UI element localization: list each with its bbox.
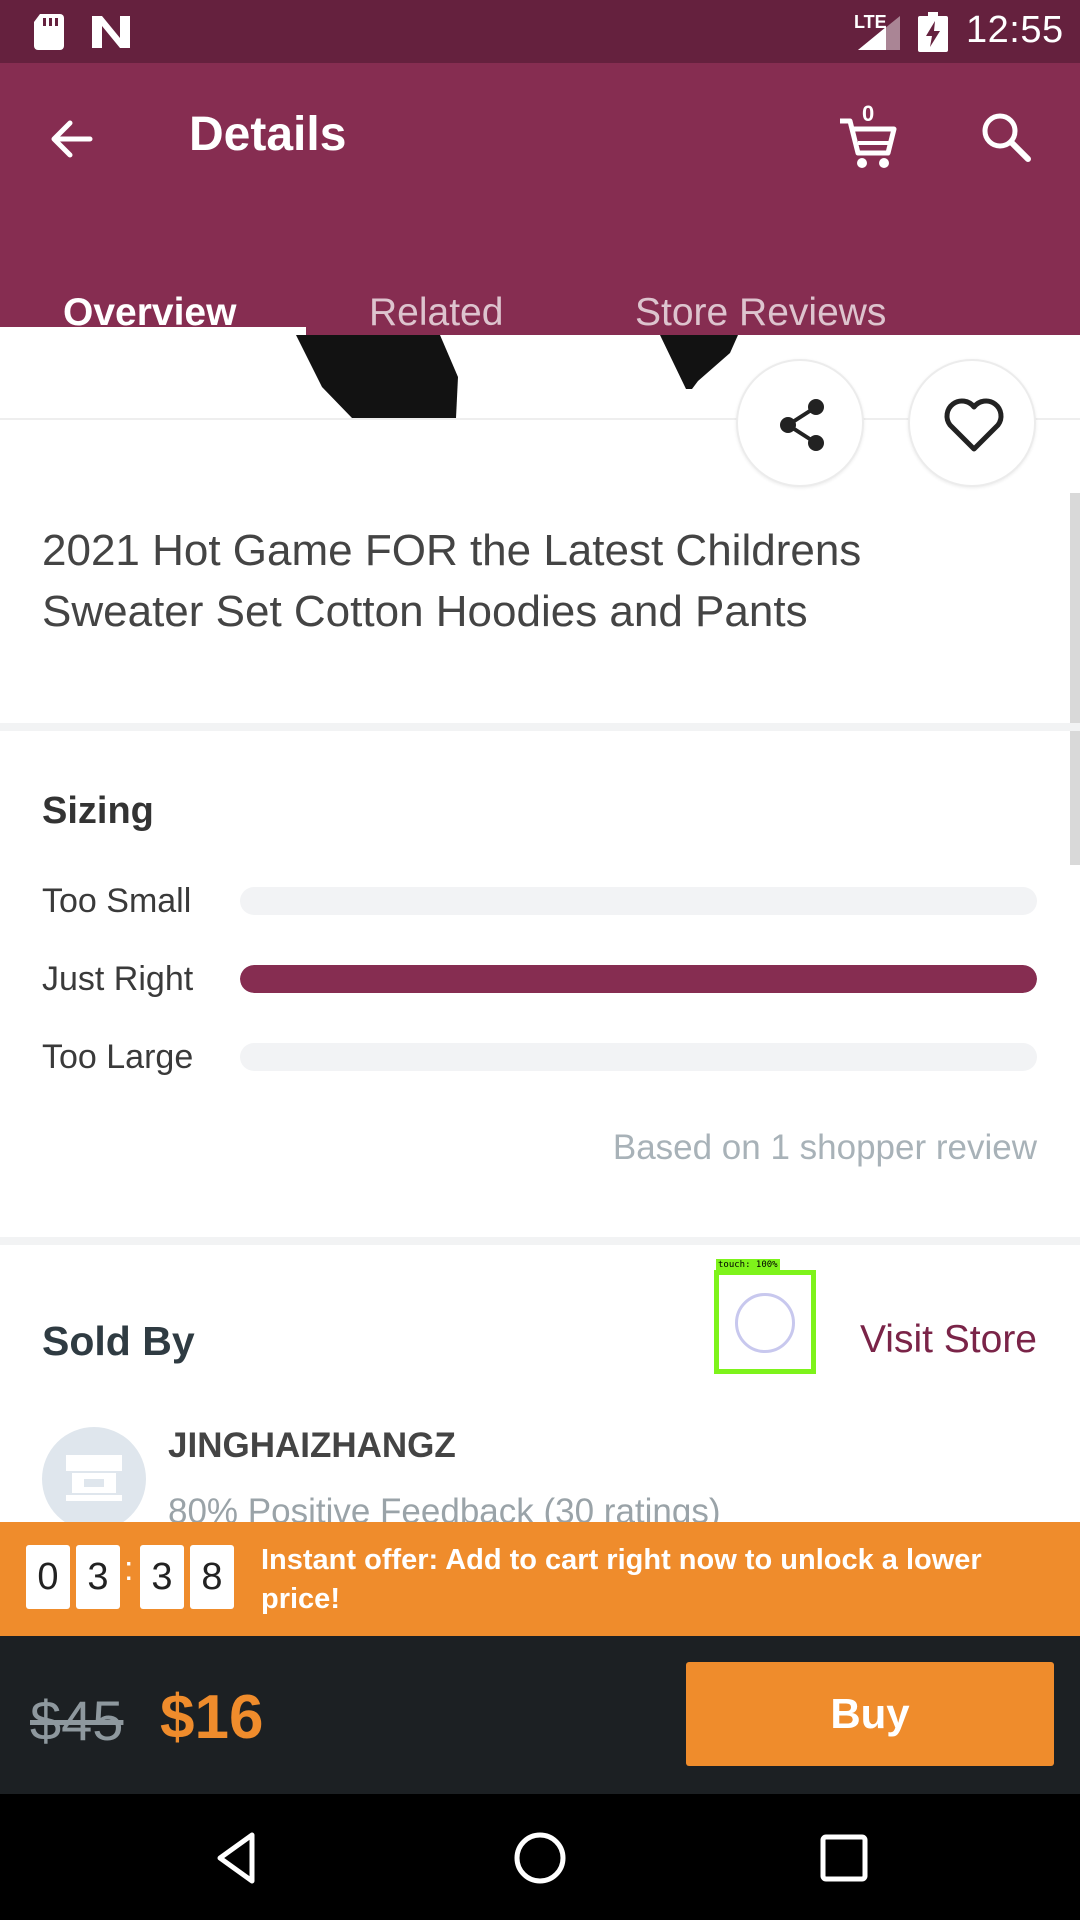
heart-icon (944, 398, 1004, 452)
share-button[interactable] (736, 359, 864, 487)
touch-indicator (714, 1270, 816, 1374)
store-name[interactable]: JINGHAIZHANGZ (168, 1426, 456, 1466)
timer-digit: 3 (140, 1545, 184, 1609)
scrollbar[interactable] (1070, 493, 1080, 865)
size-label-too-small: Too Small (42, 882, 192, 920)
battery-charging-icon (918, 12, 948, 52)
review-count-note: Based on 1 shopper review (612, 1128, 1037, 1167)
buy-bar: $45 $16 Buy (0, 1636, 1080, 1794)
share-icon (780, 399, 824, 451)
product-title: 2021 Hot Game FOR the Latest Childrens S… (42, 526, 862, 636)
timer-separator: : (124, 1550, 134, 1588)
store-avatar[interactable] (42, 1427, 146, 1531)
instant-offer-banner[interactable]: 0 3 : 3 8 Instant offer: Add to cart rig… (0, 1522, 1080, 1636)
timer-digit: 8 (190, 1545, 234, 1609)
sale-price: $16 (160, 1683, 264, 1752)
notification-n-icon (92, 16, 130, 48)
size-bar-just-right (240, 965, 1037, 993)
search-icon[interactable] (978, 109, 1034, 165)
store-icon (66, 1455, 122, 1501)
back-arrow-icon[interactable] (44, 111, 100, 167)
favorite-button[interactable] (908, 359, 1036, 487)
size-fill (240, 965, 1037, 993)
timer-digit: 3 (76, 1545, 120, 1609)
buy-button[interactable]: Buy (686, 1662, 1054, 1766)
visit-store-link[interactable]: Visit Store (860, 1318, 1037, 1362)
section-divider (0, 1237, 1080, 1245)
timer-digit: 0 (26, 1545, 70, 1609)
nav-recents-icon[interactable] (815, 1829, 873, 1887)
tab-store-reviews[interactable]: Store Reviews (635, 291, 886, 335)
size-label-too-large: Too Large (42, 1038, 194, 1076)
nav-home-icon[interactable] (511, 1829, 569, 1887)
sold-by-heading: Sold By (42, 1318, 195, 1364)
original-price: $45 (30, 1689, 124, 1752)
status-bar: LTE 12:55 (0, 0, 1080, 63)
section-divider (0, 723, 1080, 731)
app-bar: Details 0 Overview Related Store Reviews (0, 63, 1080, 335)
system-nav-bar (0, 1794, 1080, 1920)
sd-card-icon (34, 14, 64, 50)
signal-icon (858, 16, 900, 50)
clock: 12:55 (966, 9, 1064, 51)
size-bar-too-large (240, 1043, 1037, 1071)
nav-back-icon[interactable] (208, 1829, 266, 1887)
tab-bar: Overview Related Store Reviews (0, 243, 1080, 335)
tab-indicator (0, 327, 306, 335)
size-label-just-right: Just Right (42, 960, 194, 998)
page-title: Details (189, 108, 347, 161)
size-bar-too-small (240, 887, 1037, 915)
sizing-heading: Sizing (42, 790, 154, 832)
cart-count-badge: 0 (862, 101, 875, 126)
touch-circle (735, 1293, 795, 1353)
offer-text: Instant offer: Add to cart right now to … (261, 1544, 982, 1615)
tab-related[interactable]: Related (369, 291, 503, 335)
